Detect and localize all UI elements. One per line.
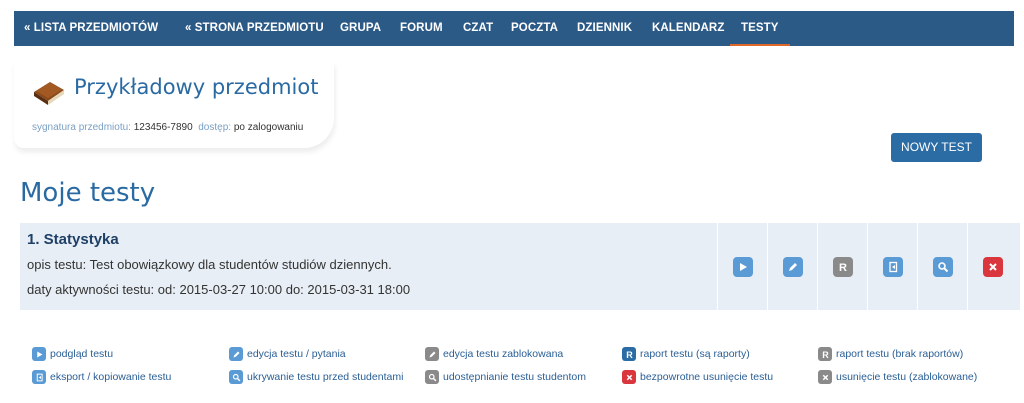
legend-preview[interactable]: podgląd testu — [32, 347, 113, 361]
legend-label: bezpowrotne usunięcie testu — [640, 371, 774, 383]
legend-label: edycja testu / pytania — [247, 348, 346, 360]
signature-value: 123456-7890 — [133, 122, 193, 133]
nav-item-mail[interactable]: POCZTA — [511, 11, 558, 46]
preview-test-button[interactable] — [732, 256, 753, 277]
access-label: dostęp: — [198, 122, 232, 133]
report-r-icon: R — [622, 347, 636, 361]
legend-edit-locked[interactable]: edycja testu zablokowana — [425, 347, 563, 361]
legend-label: raport testu (brak raportów) — [836, 348, 964, 360]
signature-label: sygnatura przedmiotu: — [32, 122, 131, 133]
legend-label: usunięcie testu (zablokowane) — [836, 371, 978, 383]
nav-item-subject-list[interactable]: « LISTA PRZEDMIOTÓW — [24, 11, 158, 46]
legend-label: ukrywanie testu przed studentami — [247, 371, 404, 383]
report-r-icon: R — [818, 347, 832, 361]
play-icon — [739, 262, 747, 271]
legend-report-none[interactable]: R raport testu (brak raportów) — [818, 347, 963, 361]
play-icon — [32, 347, 46, 361]
test-info: 1. Statystyka opis testu: Test obowiązko… — [20, 223, 717, 310]
nav-item-forum[interactable]: FORUM — [400, 11, 443, 46]
legend-label: eksport / kopiowanie testu — [50, 371, 172, 383]
nav-item-subject-page[interactable]: « STRONA PRZEDMIOTU — [185, 11, 324, 46]
nav-item-group[interactable]: GRUPA — [340, 11, 381, 46]
export-icon — [888, 261, 897, 272]
delete-x-icon — [988, 262, 997, 271]
magnifier-icon — [229, 370, 243, 384]
legend-label: udostępnianie testu studentom — [443, 371, 587, 383]
subject-title: Przykładowy przedmiot — [74, 75, 319, 99]
nav-item-chat[interactable]: CZAT — [463, 11, 493, 46]
export-test-button[interactable] — [882, 256, 903, 277]
nav-item-gradebook[interactable]: DZIENNIK — [577, 11, 632, 46]
hide-test-button[interactable] — [932, 256, 953, 277]
test-name: 1. Statystyka — [27, 231, 119, 248]
new-test-button[interactable]: NOWY TEST — [891, 133, 982, 162]
top-navigation: « LISTA PRZEDMIOTÓW « STRONA PRZEDMIOTU … — [14, 11, 1014, 46]
subject-meta: sygnatura przedmiotu: 123456-7890 dostęp… — [32, 122, 303, 133]
action-cell-report: R — [817, 223, 867, 310]
delete-test-button[interactable] — [982, 256, 1003, 277]
action-cell-export — [867, 223, 917, 310]
pencil-icon — [229, 347, 243, 361]
access-value: po zalogowaniu — [233, 122, 304, 133]
legend-edit[interactable]: edycja testu / pytania — [229, 347, 346, 361]
nav-item-calendar[interactable]: KALENDARZ — [652, 11, 724, 46]
svg-text:R: R — [839, 262, 847, 273]
legend-export[interactable]: eksport / kopiowanie testu — [32, 370, 171, 384]
legend-label: podgląd testu — [50, 348, 114, 360]
legend-label: raport testu (są raporty) — [640, 348, 750, 360]
legend-share[interactable]: udostępnianie testu studentom — [425, 370, 586, 384]
test-description: opis testu: Test obowiązkowy dla student… — [27, 257, 392, 272]
pencil-icon — [425, 347, 439, 361]
legend-delete[interactable]: bezpowrotne usunięcie testu — [622, 370, 773, 384]
svg-text:R: R — [822, 350, 829, 359]
book-icon — [34, 82, 64, 105]
action-cell-hide — [917, 223, 967, 310]
magnifier-icon — [425, 370, 439, 384]
legend-delete-locked[interactable]: usunięcie testu (zablokowane) — [818, 370, 977, 384]
report-r-icon: R — [839, 262, 847, 273]
action-cell-preview — [717, 223, 767, 310]
test-dates: daty aktywności testu: od: 2015-03-27 10… — [27, 282, 411, 297]
nav-item-tests[interactable]: TESTY — [730, 11, 790, 46]
test-row: 1. Statystyka opis testu: Test obowiązko… — [20, 223, 1020, 310]
edit-test-button[interactable] — [782, 256, 803, 277]
legend-report-available[interactable]: R raport testu (są raporty) — [622, 347, 750, 361]
magnifier-icon — [937, 261, 948, 272]
legend-label: edycja testu zablokowana — [443, 348, 564, 360]
legend-hide[interactable]: ukrywanie testu przed studentami — [229, 370, 403, 384]
pencil-icon — [788, 262, 797, 271]
action-cell-delete — [967, 223, 1017, 310]
page-title: Moje testy — [20, 178, 156, 208]
action-cell-edit — [767, 223, 817, 310]
delete-x-icon — [622, 370, 636, 384]
svg-text:R: R — [626, 350, 633, 359]
export-icon — [32, 370, 46, 384]
delete-x-icon — [818, 370, 832, 384]
report-test-button[interactable]: R — [832, 256, 853, 277]
